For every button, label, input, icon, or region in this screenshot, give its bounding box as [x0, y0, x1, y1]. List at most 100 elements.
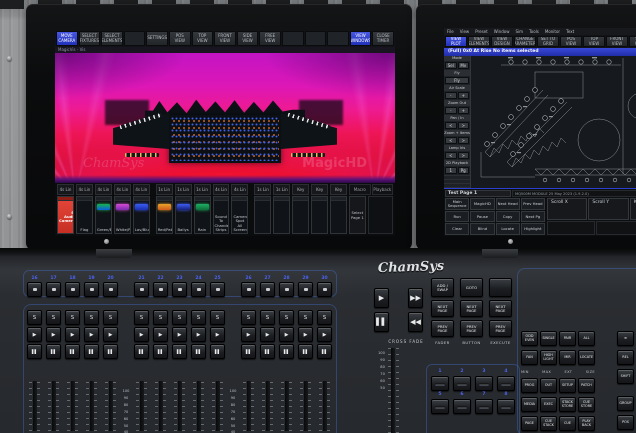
key-odd-even[interactable]: ODD EVEN — [521, 331, 538, 346]
select-button[interactable]: S — [210, 310, 225, 325]
go-button[interactable]: ▶ — [260, 327, 275, 342]
go-button[interactable]: ▶ — [298, 327, 313, 342]
key-fan[interactable]: FAN — [521, 350, 538, 365]
encoder-legend[interactable]: Scroll Y — [588, 198, 628, 220]
next-page-button[interactable]: NEXT PAGE — [489, 300, 512, 317]
select-button[interactable]: S — [84, 310, 99, 325]
select-button[interactable]: S — [191, 310, 206, 325]
key-mir[interactable]: MIR — [559, 350, 576, 365]
soft-key[interactable]: Pause — [470, 211, 494, 223]
fader-track[interactable] — [28, 381, 41, 431]
left-touchscreen[interactable]: MOVE CAMERASELECT FIXTURESSELECT ELEMENT… — [55, 30, 395, 236]
cue-cell[interactable]: White/Progress — [114, 196, 131, 234]
flash-button[interactable] — [260, 282, 275, 297]
crossfade-track[interactable] — [387, 348, 400, 433]
prev-page-button[interactable]: PREV PAGE — [489, 320, 512, 337]
flash-button[interactable] — [279, 282, 294, 297]
go-button[interactable]: ▶ — [172, 327, 187, 342]
flash-button[interactable] — [210, 282, 225, 297]
pause-button[interactable]: ▌▌ — [279, 344, 294, 359]
go-button[interactable]: ▶ — [46, 327, 61, 342]
key-all[interactable]: ALL — [578, 331, 595, 346]
sidebar-button[interactable]: < — [445, 137, 457, 144]
go-button[interactable]: ▶ — [84, 327, 99, 342]
execute-button[interactable] — [453, 376, 471, 391]
go-button[interactable]: ▶ — [153, 327, 168, 342]
fader-track[interactable] — [47, 381, 60, 431]
pause-button[interactable]: ▌▌ — [65, 344, 80, 359]
fader-track[interactable] — [154, 381, 167, 431]
go-button[interactable]: ▶ — [210, 327, 225, 342]
select-button[interactable]: S — [317, 310, 332, 325]
select-button[interactable]: S — [172, 310, 187, 325]
vis-toolbar-button-14[interactable]: CLOSE TIMER — [372, 31, 394, 46]
select-button[interactable]: S — [260, 310, 275, 325]
go-button[interactable]: ▶ — [317, 327, 332, 342]
key-high-light[interactable]: HIGH LIGHT — [540, 350, 557, 365]
soft-key[interactable]: Prev Head — [521, 198, 545, 210]
fader-track[interactable] — [85, 381, 98, 431]
select-button[interactable]: S — [46, 310, 61, 325]
menu-item[interactable]: Preset — [475, 29, 487, 34]
fader-track[interactable] — [299, 381, 312, 431]
key-cue-store[interactable]: CUE STORE — [578, 397, 595, 412]
select-button[interactable]: S — [279, 310, 294, 325]
plot-toolbar-button-8[interactable]: SIDE VIEW — [629, 36, 636, 47]
sidebar-button[interactable]: - — [445, 107, 457, 114]
side-key-REL[interactable]: REL — [617, 350, 634, 365]
execute-button[interactable] — [475, 399, 493, 414]
key-cue[interactable]: CUE — [559, 416, 576, 431]
flash-button[interactable] — [191, 282, 206, 297]
pause-button[interactable]: ▌▌ — [241, 344, 256, 359]
execute-button[interactable] — [475, 376, 493, 391]
menu-item[interactable]: Text — [566, 29, 574, 34]
plot-toolbar-button-2[interactable]: VIEW DESIGN — [491, 36, 513, 47]
pause-button[interactable]: ▌▌ — [46, 344, 61, 359]
vis-toolbar-button-13[interactable]: VIEW WINDOWS — [350, 31, 372, 46]
fader-track[interactable] — [135, 381, 148, 431]
cue-cell[interactable]: Lav/Blue — [133, 196, 150, 234]
cue-cell[interactable]: Camera Spot All Screens — [231, 196, 248, 234]
pause-button[interactable]: ▌▌ — [153, 344, 168, 359]
visualiser-canvas[interactable]: ChamSys MagicHD — [55, 53, 395, 183]
fader-track[interactable] — [173, 381, 186, 431]
select-button[interactable]: S — [103, 310, 118, 325]
select-button[interactable]: S — [27, 310, 42, 325]
flash-button[interactable] — [84, 282, 99, 297]
sidebar-button[interactable]: Pg — [458, 167, 470, 174]
flash-button[interactable] — [27, 282, 42, 297]
key-page[interactable]: PAGE — [521, 416, 538, 431]
key-locate[interactable]: LOCATE — [578, 350, 595, 365]
pause-button[interactable]: ▌▌ — [27, 344, 42, 359]
crossfade-fader[interactable]: 1009080706050 — [378, 348, 400, 433]
select-button[interactable]: S — [298, 310, 313, 325]
menu-item[interactable]: View — [460, 29, 470, 34]
flash-button[interactable] — [241, 282, 256, 297]
flash-button[interactable] — [298, 282, 313, 297]
menu-item[interactable]: Sim — [515, 29, 523, 34]
sidebar-button[interactable]: - — [445, 92, 457, 99]
encoder-legend[interactable]: Scroll X — [547, 198, 587, 220]
key-single[interactable]: SINGLE — [540, 331, 557, 346]
vis-toolbar-button-5[interactable]: POS VIEW — [169, 31, 191, 46]
right-touchscreen[interactable]: FileViewPresetWindowSimToolsMonitorText … — [444, 28, 636, 236]
pause-button[interactable]: ▌▌ — [317, 344, 332, 359]
prev-page-button[interactable]: PREV PAGE — [431, 320, 454, 337]
select-button[interactable]: S — [134, 310, 149, 325]
pause-button[interactable]: ▌▌ — [103, 344, 118, 359]
plot-toolbar-button-0[interactable]: VIEW PLOT — [445, 36, 467, 47]
go-button[interactable]: ▶ — [191, 327, 206, 342]
sidebar-button[interactable]: < — [445, 122, 457, 129]
fader-track[interactable] — [261, 381, 274, 431]
vis-toolbar-button-2[interactable]: SELECT ELEMENTS — [101, 31, 123, 46]
cue-cell[interactable]: Sound To Chandelier Strips — [213, 196, 230, 234]
execute-button[interactable] — [497, 399, 515, 414]
fader-track[interactable] — [280, 381, 293, 431]
side-key-≡[interactable]: ≡ — [617, 331, 634, 346]
cue-cell[interactable]: Red/Pattern — [156, 196, 173, 234]
vis-toolbar-button-1[interactable]: SELECT FIXTURES — [79, 31, 101, 46]
vis-toolbar-button-6[interactable]: TOP VIEW — [192, 31, 214, 46]
sidebar-button[interactable]: Mv — [458, 62, 470, 69]
execute-button[interactable] — [431, 376, 449, 391]
side-key-GROUP[interactable]: GROUP — [617, 396, 634, 411]
